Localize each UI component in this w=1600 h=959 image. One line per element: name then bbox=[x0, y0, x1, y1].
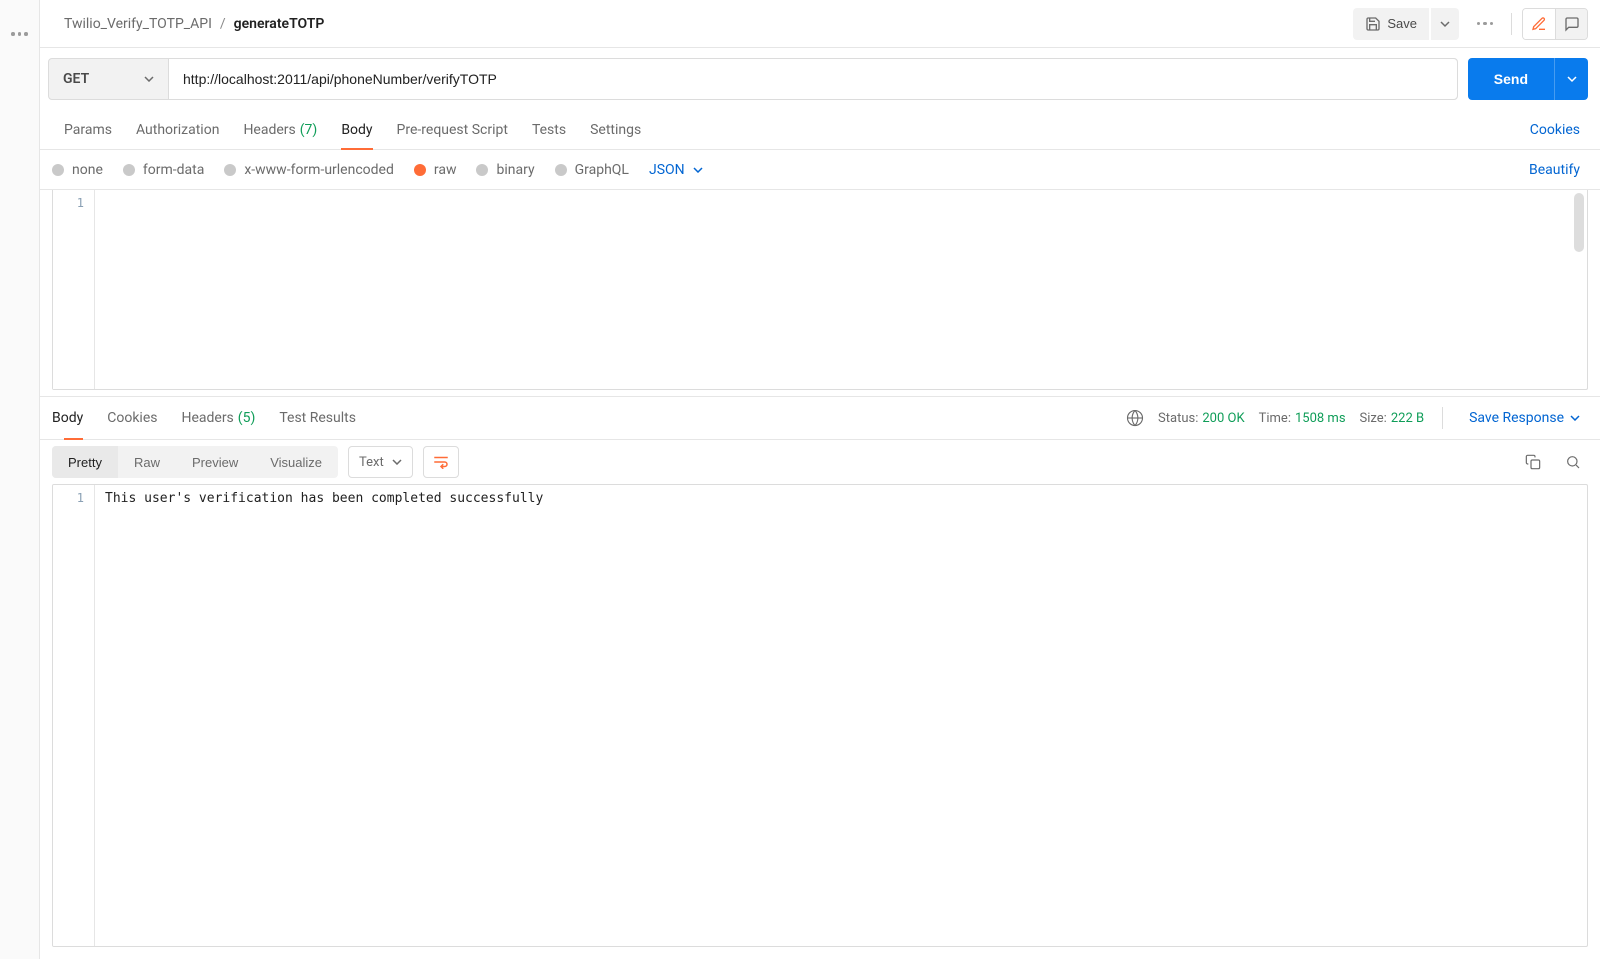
line-number: 1 bbox=[53, 196, 84, 210]
chevron-down-icon bbox=[1440, 19, 1450, 29]
http-method-select[interactable]: GET bbox=[49, 59, 169, 99]
response-format-label: Text bbox=[359, 455, 384, 470]
divider bbox=[1442, 407, 1443, 429]
request-url-row: GET Send bbox=[40, 48, 1600, 110]
response-tab-body[interactable]: Body bbox=[52, 397, 95, 439]
response-line-1: This user's verification has been comple… bbox=[105, 491, 1577, 506]
editor-content: This user's verification has been comple… bbox=[95, 485, 1587, 946]
body-format-label: JSON bbox=[649, 162, 685, 178]
response-format-select[interactable]: Text bbox=[348, 446, 413, 478]
copy-response-button[interactable] bbox=[1518, 447, 1548, 477]
chevron-down-icon bbox=[1567, 74, 1577, 84]
request-url-input[interactable] bbox=[169, 59, 1457, 99]
tab-prerequest[interactable]: Pre-request Script bbox=[385, 110, 520, 149]
response-tab-headers-count: (5) bbox=[238, 410, 256, 426]
documentation-toggle[interactable] bbox=[1523, 9, 1555, 39]
ellipsis-icon bbox=[1477, 22, 1494, 26]
response-tab-test-results[interactable]: Test Results bbox=[267, 397, 368, 439]
save-response-button[interactable]: Save Response bbox=[1461, 410, 1588, 426]
size-label: Size:222 B bbox=[1360, 411, 1425, 426]
view-pretty[interactable]: Pretty bbox=[52, 446, 118, 478]
ellipsis-icon bbox=[11, 32, 28, 36]
response-tab-headers-label: Headers bbox=[181, 410, 233, 426]
chevron-down-icon bbox=[1570, 415, 1580, 421]
view-visualize[interactable]: Visualize bbox=[254, 446, 338, 478]
tab-headers[interactable]: Headers (7) bbox=[231, 110, 329, 149]
wrap-lines-toggle[interactable] bbox=[423, 446, 459, 478]
status-value: 200 OK bbox=[1202, 411, 1244, 426]
view-raw[interactable]: Raw bbox=[118, 446, 176, 478]
response-view-mode: Pretty Raw Preview Visualize bbox=[52, 446, 338, 478]
beautify-link[interactable]: Beautify bbox=[1521, 162, 1588, 178]
send-button[interactable]: Send bbox=[1468, 58, 1554, 100]
request-tabs: Params Authorization Headers (7) Body Pr… bbox=[40, 110, 1600, 150]
response-tab-headers[interactable]: Headers (5) bbox=[169, 397, 267, 439]
save-button[interactable]: Save bbox=[1353, 8, 1429, 40]
radio-icon bbox=[555, 164, 567, 176]
globe-icon[interactable] bbox=[1126, 409, 1144, 427]
body-type-raw[interactable]: raw bbox=[414, 162, 457, 178]
divider bbox=[1511, 13, 1512, 35]
body-type-x-www-form-urlencoded[interactable]: x-www-form-urlencoded bbox=[224, 162, 394, 178]
cookies-link[interactable]: Cookies bbox=[1522, 122, 1588, 138]
time-label: Time:1508 ms bbox=[1259, 411, 1346, 426]
sidebar-rail bbox=[0, 0, 40, 959]
editor-gutter: 1 bbox=[53, 485, 95, 946]
body-type-form-data[interactable]: form-data bbox=[123, 162, 204, 178]
body-type-binary[interactable]: binary bbox=[476, 162, 534, 178]
response-tabs: Body Cookies Headers (5) Test Results St… bbox=[40, 396, 1600, 440]
save-options-button[interactable] bbox=[1431, 8, 1459, 40]
wrap-icon bbox=[432, 455, 450, 469]
body-type-none[interactable]: none bbox=[52, 162, 103, 178]
line-number: 1 bbox=[53, 491, 84, 505]
time-value: 1508 ms bbox=[1295, 411, 1346, 426]
tab-params[interactable]: Params bbox=[52, 110, 124, 149]
body-type-graphql[interactable]: GraphQL bbox=[555, 162, 629, 178]
tab-authorization[interactable]: Authorization bbox=[124, 110, 231, 149]
tab-headers-label: Headers bbox=[243, 122, 295, 138]
breadcrumb: Twilio_Verify_TOTP_API / generateTOTP bbox=[52, 16, 324, 32]
chevron-down-icon bbox=[144, 76, 154, 82]
radio-icon bbox=[224, 164, 236, 176]
editor-gutter: 1 bbox=[53, 190, 95, 389]
chevron-down-icon bbox=[693, 167, 703, 173]
tab-body[interactable]: Body bbox=[329, 110, 384, 149]
chevron-down-icon bbox=[392, 459, 402, 465]
comments-toggle[interactable] bbox=[1555, 9, 1587, 39]
breadcrumb-request[interactable]: generateTOTP bbox=[234, 16, 325, 32]
search-response-button[interactable] bbox=[1558, 447, 1588, 477]
send-options-button[interactable] bbox=[1554, 58, 1588, 100]
request-body-editor[interactable]: 1 bbox=[52, 190, 1588, 390]
breadcrumb-sep: / bbox=[220, 16, 226, 32]
tab-tests[interactable]: Tests bbox=[520, 110, 578, 149]
http-method-label: GET bbox=[63, 71, 89, 87]
body-format-select[interactable]: JSON bbox=[649, 162, 703, 178]
status-label: Status:200 OK bbox=[1158, 411, 1245, 426]
save-button-label: Save bbox=[1387, 16, 1417, 31]
save-icon bbox=[1365, 16, 1381, 32]
request-more-button[interactable] bbox=[1469, 8, 1501, 40]
radio-icon bbox=[123, 164, 135, 176]
comment-icon bbox=[1564, 16, 1580, 32]
tab-settings[interactable]: Settings bbox=[578, 110, 653, 149]
radio-icon bbox=[476, 164, 488, 176]
pencil-icon bbox=[1531, 16, 1547, 32]
response-body-editor[interactable]: 1 This user's verification has been comp… bbox=[52, 484, 1588, 947]
breadcrumb-collection[interactable]: Twilio_Verify_TOTP_API bbox=[64, 16, 212, 32]
size-value: 222 B bbox=[1391, 411, 1424, 426]
sidebar-more-button[interactable] bbox=[4, 18, 36, 50]
search-icon bbox=[1565, 454, 1581, 470]
response-view-controls: Pretty Raw Preview Visualize Text bbox=[40, 440, 1600, 484]
copy-icon bbox=[1525, 454, 1541, 470]
body-type-row: none form-data x-www-form-urlencoded raw… bbox=[40, 150, 1600, 190]
editor-content[interactable] bbox=[95, 190, 1587, 389]
radio-icon bbox=[414, 164, 426, 176]
request-header-bar: Twilio_Verify_TOTP_API / generateTOTP Sa… bbox=[40, 0, 1600, 48]
response-tab-cookies[interactable]: Cookies bbox=[95, 397, 169, 439]
tab-headers-count: (7) bbox=[300, 122, 318, 138]
radio-icon bbox=[52, 164, 64, 176]
view-preview[interactable]: Preview bbox=[176, 446, 254, 478]
scrollbar-vertical[interactable] bbox=[1572, 191, 1586, 388]
